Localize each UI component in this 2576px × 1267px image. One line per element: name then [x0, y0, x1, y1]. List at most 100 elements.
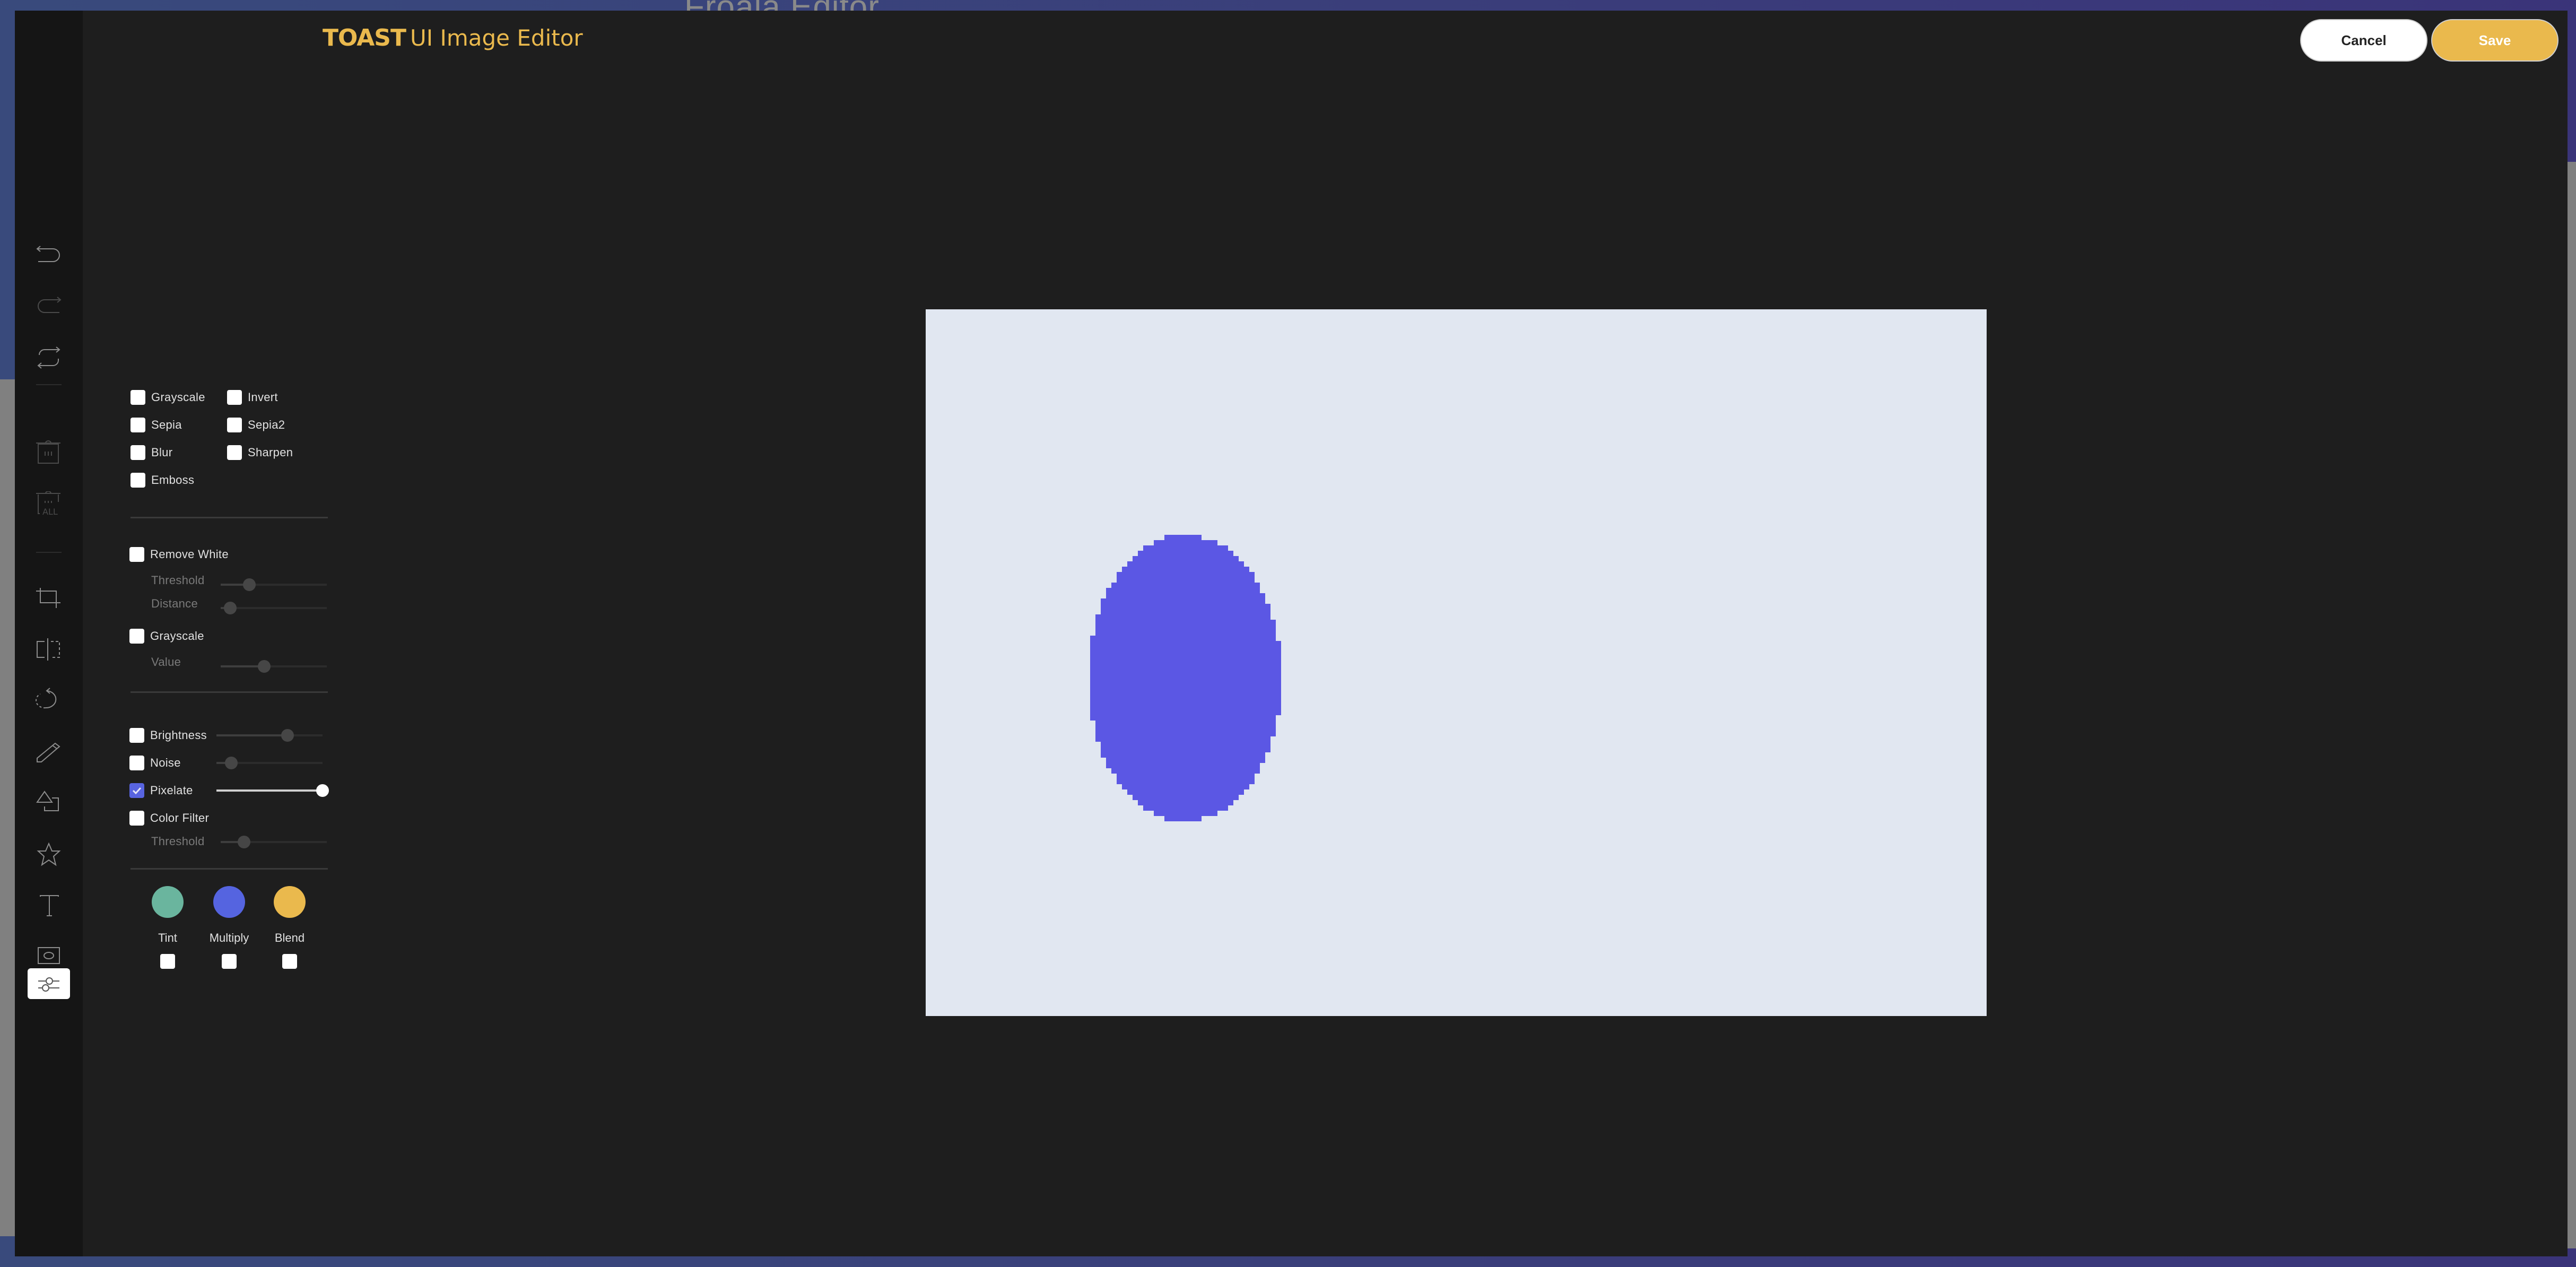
- checkbox[interactable]: [130, 418, 145, 432]
- filter-grayscale-value[interactable]: Grayscale: [129, 628, 204, 644]
- toast-logo: TOAST: [323, 24, 406, 51]
- checkbox-checked[interactable]: [129, 783, 144, 798]
- toolbar-divider: [36, 384, 62, 385]
- crop-button[interactable]: [28, 584, 70, 618]
- slider-thumb[interactable]: [316, 784, 329, 797]
- pixel-row: [1090, 641, 1281, 646]
- filter-label: Sharpen: [248, 446, 293, 459]
- flip-button[interactable]: [28, 634, 70, 668]
- pixel-row: [1090, 715, 1276, 721]
- filter-button[interactable]: [28, 968, 70, 999]
- filter-sepia2[interactable]: Sepia2: [227, 417, 285, 433]
- icon-button[interactable]: [28, 838, 70, 872]
- filter-grayscale[interactable]: Grayscale: [130, 389, 205, 405]
- checkbox[interactable]: [130, 445, 145, 460]
- cancel-button[interactable]: Cancel: [2300, 19, 2427, 62]
- checkbox[interactable]: [130, 390, 145, 405]
- checkbox[interactable]: [227, 445, 242, 460]
- checkbox[interactable]: [129, 728, 144, 743]
- filter-label: Pixelate: [150, 784, 193, 797]
- blend-label: Blend: [274, 931, 305, 944]
- pixel-row: [1154, 540, 1217, 545]
- pixel-row: [1164, 535, 1202, 540]
- pixel-row: [1117, 774, 1255, 779]
- filter-panel: Grayscale Invert Sepia Sepia2 Blur Sharp…: [116, 11, 329, 1256]
- filter-label: Invert: [248, 390, 278, 404]
- slider-thumb[interactable]: [225, 757, 238, 769]
- delete-all-button[interactable]: ALL: [28, 488, 70, 522]
- filter-noise[interactable]: Noise: [129, 755, 181, 771]
- slider-thumb[interactable]: [258, 660, 271, 673]
- checkbox[interactable]: [227, 390, 242, 405]
- pixel-row: [1090, 678, 1281, 683]
- tint-checkbox[interactable]: [160, 954, 175, 969]
- pixelate-slider[interactable]: [216, 784, 329, 797]
- pixel-row: [1090, 683, 1281, 689]
- delete-button[interactable]: [28, 437, 70, 471]
- pixel-row: [1090, 710, 1281, 715]
- pixel-row: [1101, 609, 1270, 614]
- text-button[interactable]: [28, 889, 70, 923]
- filter-label: Remove White: [150, 548, 229, 561]
- filter-emboss[interactable]: Emboss: [130, 472, 194, 488]
- filter-pixelate[interactable]: Pixelate: [129, 783, 193, 799]
- filter-remove-white[interactable]: Remove White: [129, 546, 229, 562]
- checkbox[interactable]: [129, 811, 144, 826]
- pixel-row: [1164, 816, 1202, 821]
- redo-icon: [38, 297, 62, 313]
- slider-thumb[interactable]: [281, 729, 294, 742]
- pixel-row: [1095, 620, 1276, 625]
- toolbar-divider: [36, 552, 62, 553]
- threshold-label: Threshold: [151, 835, 205, 848]
- multiply-checkbox[interactable]: [222, 954, 237, 969]
- checkbox[interactable]: [129, 756, 144, 770]
- checkbox[interactable]: [130, 473, 145, 488]
- checkbox[interactable]: [129, 547, 144, 562]
- grayscale-value-slider[interactable]: [221, 660, 327, 673]
- rotate-icon: [36, 688, 57, 709]
- pixel-row: [1143, 805, 1228, 811]
- draw-button[interactable]: [28, 735, 70, 769]
- pixel-row: [1122, 784, 1249, 789]
- filter-invert[interactable]: Invert: [227, 389, 278, 405]
- blend-color-swatch[interactable]: [274, 886, 306, 918]
- filter-label: Grayscale: [150, 629, 204, 643]
- remove-white-threshold-slider[interactable]: [221, 578, 327, 591]
- image-canvas[interactable]: [926, 309, 1987, 1016]
- reset-button[interactable]: [28, 341, 70, 375]
- pixelated-circle-shape[interactable]: [926, 309, 1987, 1016]
- app-title-text: UI Image Editor: [410, 24, 583, 51]
- blend-checkbox[interactable]: [282, 954, 297, 969]
- slider-thumb[interactable]: [224, 602, 237, 614]
- pixel-row: [1154, 811, 1217, 816]
- undo-button[interactable]: [28, 238, 70, 272]
- slider-thumb[interactable]: [238, 836, 250, 848]
- brightness-slider[interactable]: [216, 729, 323, 742]
- checkbox[interactable]: [129, 629, 144, 644]
- filter-color-filter[interactable]: Color Filter: [129, 810, 209, 826]
- pixel-row: [1090, 662, 1281, 667]
- noise-slider[interactable]: [216, 757, 323, 769]
- checkbox[interactable]: [227, 418, 242, 432]
- color-filter-threshold-slider[interactable]: [221, 836, 327, 848]
- slider-thumb[interactable]: [243, 578, 256, 591]
- pixel-row: [1117, 779, 1255, 784]
- rotate-button[interactable]: [28, 684, 70, 718]
- filter-sepia[interactable]: Sepia: [130, 417, 182, 433]
- tint-color-swatch[interactable]: [152, 886, 184, 918]
- remove-white-distance-slider[interactable]: [221, 602, 327, 614]
- tint-label: Tint: [158, 931, 177, 944]
- distance-label: Distance: [151, 597, 198, 610]
- pixel-row: [1090, 705, 1281, 710]
- redo-button[interactable]: [28, 290, 70, 324]
- mask-icon: [38, 947, 60, 964]
- delete-icon: [36, 440, 60, 464]
- pixel-row: [1095, 736, 1270, 742]
- multiply-color-swatch[interactable]: [213, 886, 245, 918]
- pixel-row: [1090, 652, 1281, 657]
- filter-sharpen[interactable]: Sharpen: [227, 445, 293, 461]
- save-button[interactable]: Save: [2431, 19, 2558, 62]
- shape-button[interactable]: [28, 786, 70, 820]
- filter-blur[interactable]: Blur: [130, 445, 172, 461]
- filter-brightness[interactable]: Brightness: [129, 727, 207, 743]
